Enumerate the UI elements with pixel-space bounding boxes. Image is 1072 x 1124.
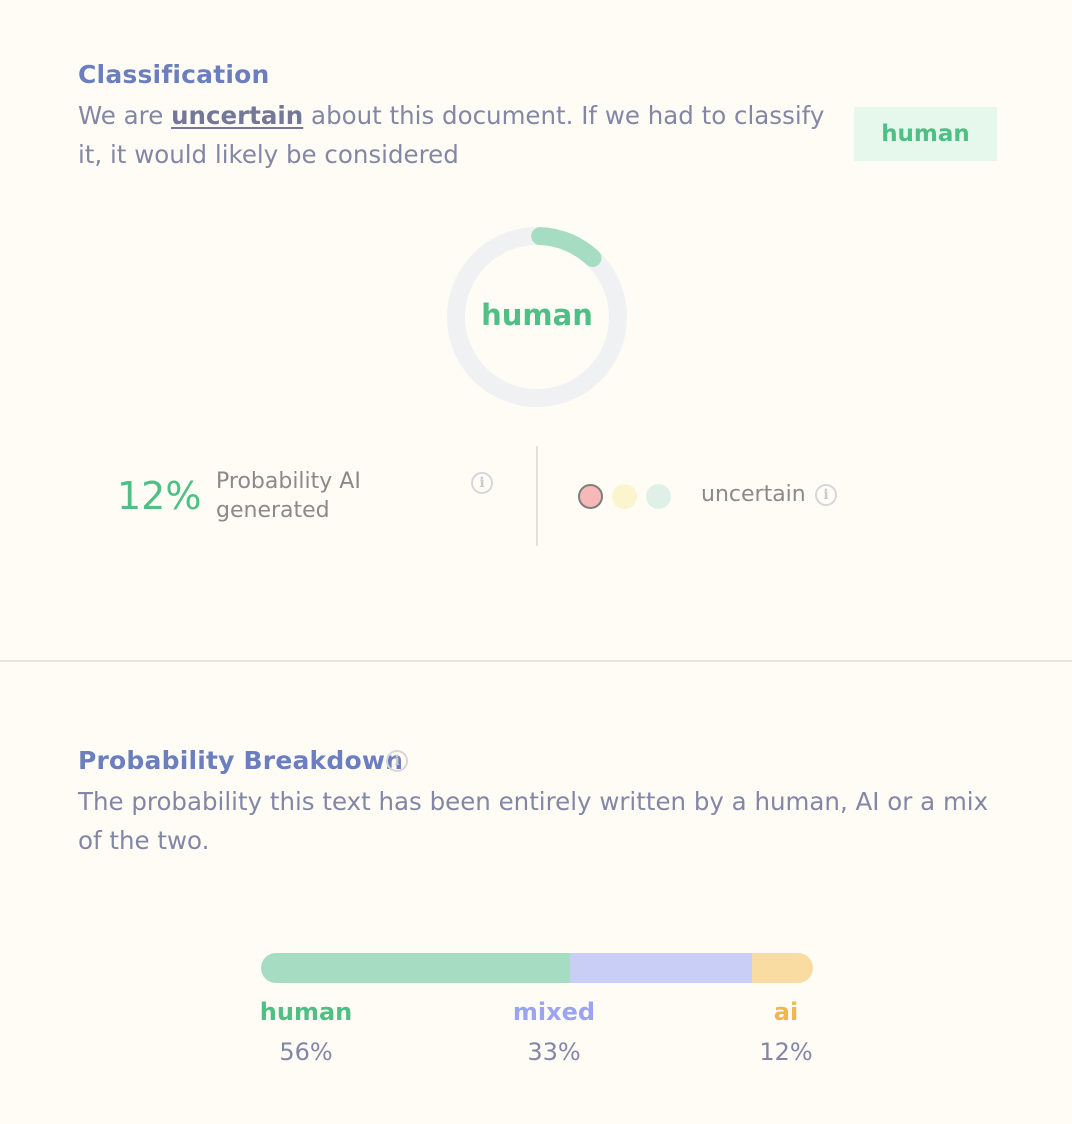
breakdown-desc-line1: The probability this text has been entir…	[78, 787, 989, 816]
gauge-arc	[531, 227, 602, 267]
classification-badge: human	[854, 107, 997, 161]
classification-title: Classification	[78, 60, 270, 89]
ai-probability-value: 12%	[117, 474, 202, 518]
gauge-label: human	[481, 298, 593, 332]
ai-probability-label: Probability AI generated	[216, 467, 361, 525]
metrics-divider	[536, 446, 538, 546]
sentence-line2: it, it would likely be considered	[78, 140, 459, 169]
breakdown-pct-ai: 12%	[759, 1038, 813, 1066]
breakdown-bar	[261, 953, 813, 983]
confidence-dot-medium	[612, 484, 637, 509]
certainty-term[interactable]: uncertain	[171, 101, 303, 130]
sentence-prefix: We are	[78, 101, 172, 130]
classification-description: We are uncertain about this document. If…	[78, 96, 838, 174]
breakdown-segment-mixed	[570, 953, 753, 983]
ai-probability-label-line1: Probability AI	[216, 469, 361, 494]
ai-probability-label-line2: generated	[216, 498, 330, 523]
breakdown-info-icon[interactable]: i	[386, 750, 408, 772]
breakdown-title: Probability Breakdown	[78, 746, 404, 775]
breakdown-pct-human: 56%	[279, 1038, 333, 1066]
section-divider	[0, 660, 1072, 662]
confidence-label: uncertain	[701, 482, 806, 507]
breakdown-label-mixed: mixed	[512, 998, 596, 1026]
sentence-rest: about this document. If we had to classi…	[303, 101, 825, 130]
confidence-dot-high	[646, 484, 671, 509]
breakdown-description: The probability this text has been entir…	[78, 782, 1038, 860]
confidence-dots	[578, 484, 671, 509]
breakdown-segment-human	[261, 953, 571, 983]
confidence-dot-low	[578, 484, 603, 509]
breakdown-label-ai: ai	[773, 998, 799, 1026]
confidence-info-icon[interactable]: i	[815, 484, 837, 506]
breakdown-desc-line2: of the two.	[78, 826, 210, 855]
ai-probability-info-icon[interactable]: i	[471, 472, 493, 494]
breakdown-label-human: human	[259, 998, 353, 1026]
breakdown-pct-mixed: 33%	[527, 1038, 581, 1066]
breakdown-segment-ai	[752, 953, 813, 983]
